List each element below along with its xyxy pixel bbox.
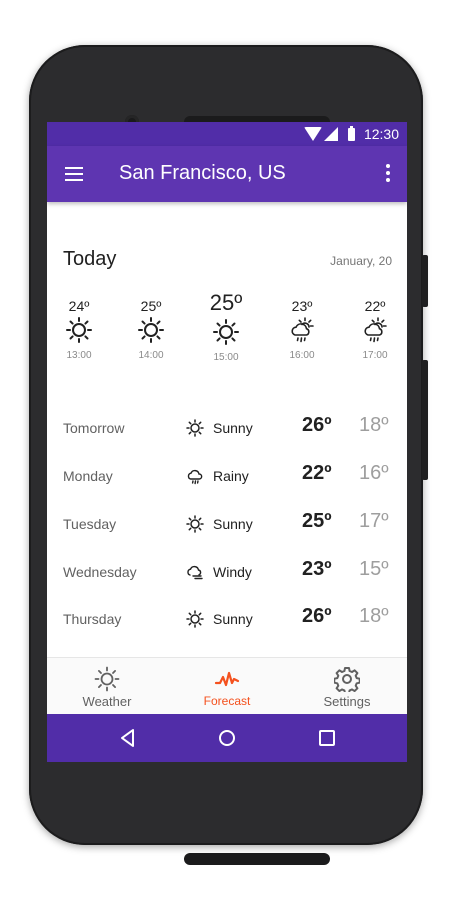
rain-sun-icon (364, 317, 387, 343)
hour-item: 22º 17:00 (343, 298, 407, 361)
forecast-row[interactable]: Tomorrow Sunny 26º 18º (47, 408, 407, 448)
gear-icon (334, 667, 360, 692)
hour-item-now: 25º 15:00 (194, 290, 258, 363)
bottom-navigation: Weather Forecast Settings (47, 657, 407, 715)
volume-button (422, 360, 428, 480)
day-low: 16º (359, 462, 389, 484)
battery-icon (348, 126, 355, 141)
hour-item: 24º 13:00 (47, 298, 111, 361)
home-icon[interactable] (215, 726, 239, 750)
day-high: 26º (302, 605, 332, 627)
hour-temp: 25º (140, 298, 162, 314)
recents-icon[interactable] (315, 726, 339, 750)
day-low: 15º (359, 558, 389, 580)
day-name: Tuesday (63, 516, 117, 532)
rain-sun-icon (291, 317, 314, 343)
app-bar: San Francisco, US (47, 146, 407, 202)
tab-label: Weather (82, 694, 132, 709)
hour-time: 14:00 (138, 350, 164, 361)
tab-weather[interactable]: Weather (47, 658, 167, 715)
back-icon[interactable] (116, 726, 140, 750)
day-condition: Sunny (213, 516, 253, 532)
day-name: Thursday (63, 611, 122, 627)
hour-temp: 23º (291, 298, 313, 314)
sun-icon (138, 317, 164, 343)
status-bar: 12:30 (47, 122, 407, 146)
tab-settings[interactable]: Settings (287, 658, 407, 715)
forecast-row[interactable]: Wednesday Windy 23º 15º (47, 552, 407, 592)
hour-item: 23º 16:00 (270, 298, 334, 361)
tab-label: Settings (323, 694, 371, 709)
day-condition: Sunny (213, 420, 253, 436)
forecast-row[interactable]: Tuesday Sunny 25º 17º (47, 504, 407, 544)
day-name: Tomorrow (63, 420, 125, 436)
sun-icon (66, 317, 92, 343)
hour-time: 16:00 (289, 350, 315, 361)
day-condition: Windy (213, 564, 252, 580)
day-low: 18º (359, 414, 389, 436)
sun-icon (186, 515, 204, 533)
today-title: Today (63, 248, 117, 270)
menu-icon[interactable] (63, 164, 87, 184)
day-name: Monday (63, 468, 113, 484)
rain-icon (187, 469, 203, 485)
day-low: 18º (359, 605, 389, 627)
today-date: January, 20 (330, 254, 392, 268)
tab-label: Forecast (203, 694, 251, 708)
status-time: 12:30 (363, 126, 399, 142)
sun-icon (186, 419, 204, 437)
forecast-row[interactable]: Thursday Sunny 26º 18º (47, 599, 407, 639)
hour-time: 15:00 (213, 352, 239, 363)
wind-icon (187, 565, 203, 580)
forecast-row[interactable]: Monday Rainy 22º 16º (47, 456, 407, 496)
app-title: San Francisco, US (119, 162, 286, 184)
day-condition: Rainy (213, 468, 249, 484)
pulse-icon (214, 671, 240, 687)
sun-icon (213, 319, 239, 345)
bottom-speaker (184, 853, 330, 865)
day-name: Wednesday (63, 564, 137, 580)
day-high: 25º (302, 510, 332, 532)
status-icons (304, 126, 355, 141)
signal-icon (324, 127, 338, 141)
hour-temp: 25º (209, 290, 243, 315)
sun-icon (186, 610, 204, 628)
tab-forecast[interactable]: Forecast (167, 658, 287, 715)
hour-time: 17:00 (362, 350, 388, 361)
power-button (422, 255, 428, 307)
day-low: 17º (359, 510, 389, 532)
forecast-content[interactable]: Today January, 20 24º 13:00 25º 14:00 25… (47, 202, 407, 657)
wifi-icon (304, 127, 322, 141)
more-vert-icon[interactable] (383, 164, 393, 184)
hour-temp: 24º (68, 298, 90, 314)
day-high: 22º (302, 462, 332, 484)
day-high: 26º (302, 414, 332, 436)
day-condition: Sunny (213, 611, 253, 627)
day-high: 23º (302, 558, 332, 580)
hour-temp: 22º (364, 298, 386, 314)
system-navigation-bar (47, 714, 407, 762)
hour-time: 13:00 (66, 350, 92, 361)
sun-icon (94, 666, 120, 692)
hour-item: 25º 14:00 (119, 298, 183, 361)
screen: 12:30 San Francisco, US Today January, 2… (47, 122, 407, 762)
